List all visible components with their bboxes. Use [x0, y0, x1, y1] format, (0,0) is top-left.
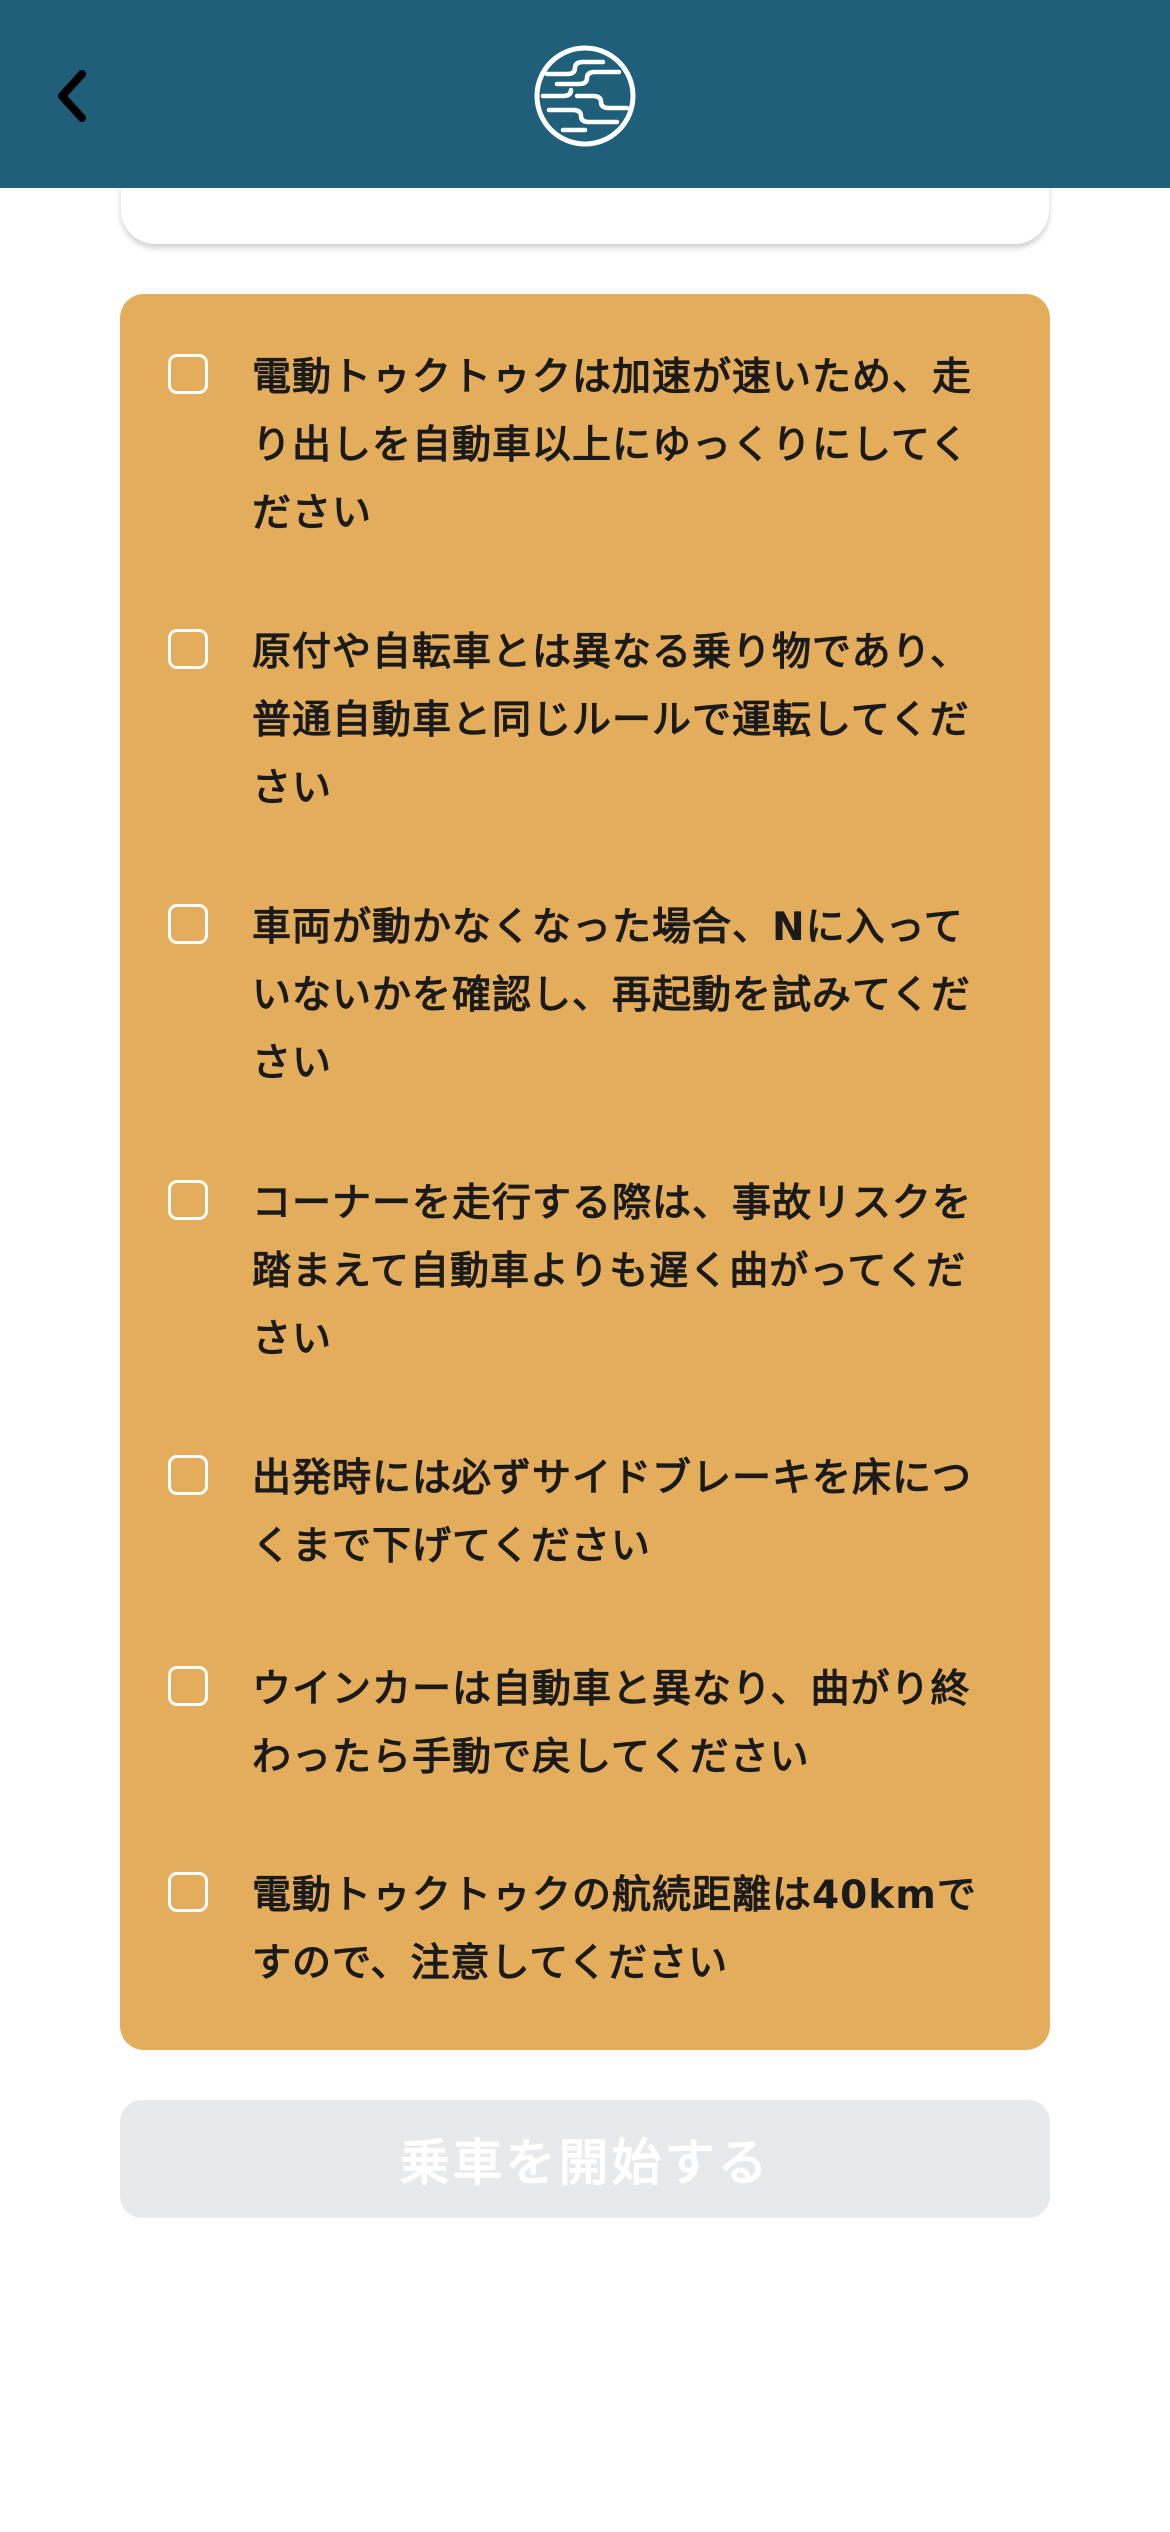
checklist-item-label: コーナーを走行する際は、事故リスクを踏まえて自動車よりも遅く曲がってください: [252, 1181, 973, 1362]
checklist-item-label: ウインカーは自動車と異なり、曲がり終わったら手動で戻してください: [252, 1667, 971, 1780]
app-screen: 電動トゥクトゥクは加速が速いため、走り出しを自動車以上にゆっくりにしてください …: [0, 0, 1170, 2532]
checkbox[interactable]: [168, 629, 208, 669]
safety-checklist-panel: 電動トゥクトゥクは加速が速いため、走り出しを自動車以上にゆっくりにしてください …: [120, 294, 1050, 2050]
checkbox[interactable]: [168, 1666, 208, 1706]
start-ride-button[interactable]: 乗車を開始する: [120, 2100, 1050, 2218]
checkbox[interactable]: [168, 1455, 208, 1495]
checkbox[interactable]: [168, 354, 208, 394]
checklist-item-label: 原付や自転車とは異なる乗り物であり、普通自動車と同じルールで運転してください: [252, 630, 971, 811]
checklist-item-label: 出発時には必ずサイドブレーキを床につくまで下げてください: [252, 1456, 973, 1569]
header-bar: [0, 0, 1170, 188]
chevron-left-icon: [58, 70, 86, 122]
back-button[interactable]: [40, 54, 104, 138]
checklist-item-label: 電動トゥクトゥクの航続距離は40kmですので、注意してください: [252, 1873, 977, 1986]
checkbox[interactable]: [168, 1872, 208, 1912]
checklist-item-label: 車両が動かなくなった場合、Nに入っていないかを確認し、再起動を試みてください: [252, 905, 971, 1086]
checkbox[interactable]: [168, 904, 208, 944]
app-logo-icon: [534, 45, 636, 147]
checkbox[interactable]: [168, 1180, 208, 1220]
checklist-item-label: 電動トゥクトゥクは加速が速いため、走り出しを自動車以上にゆっくりにしてください: [252, 355, 973, 536]
